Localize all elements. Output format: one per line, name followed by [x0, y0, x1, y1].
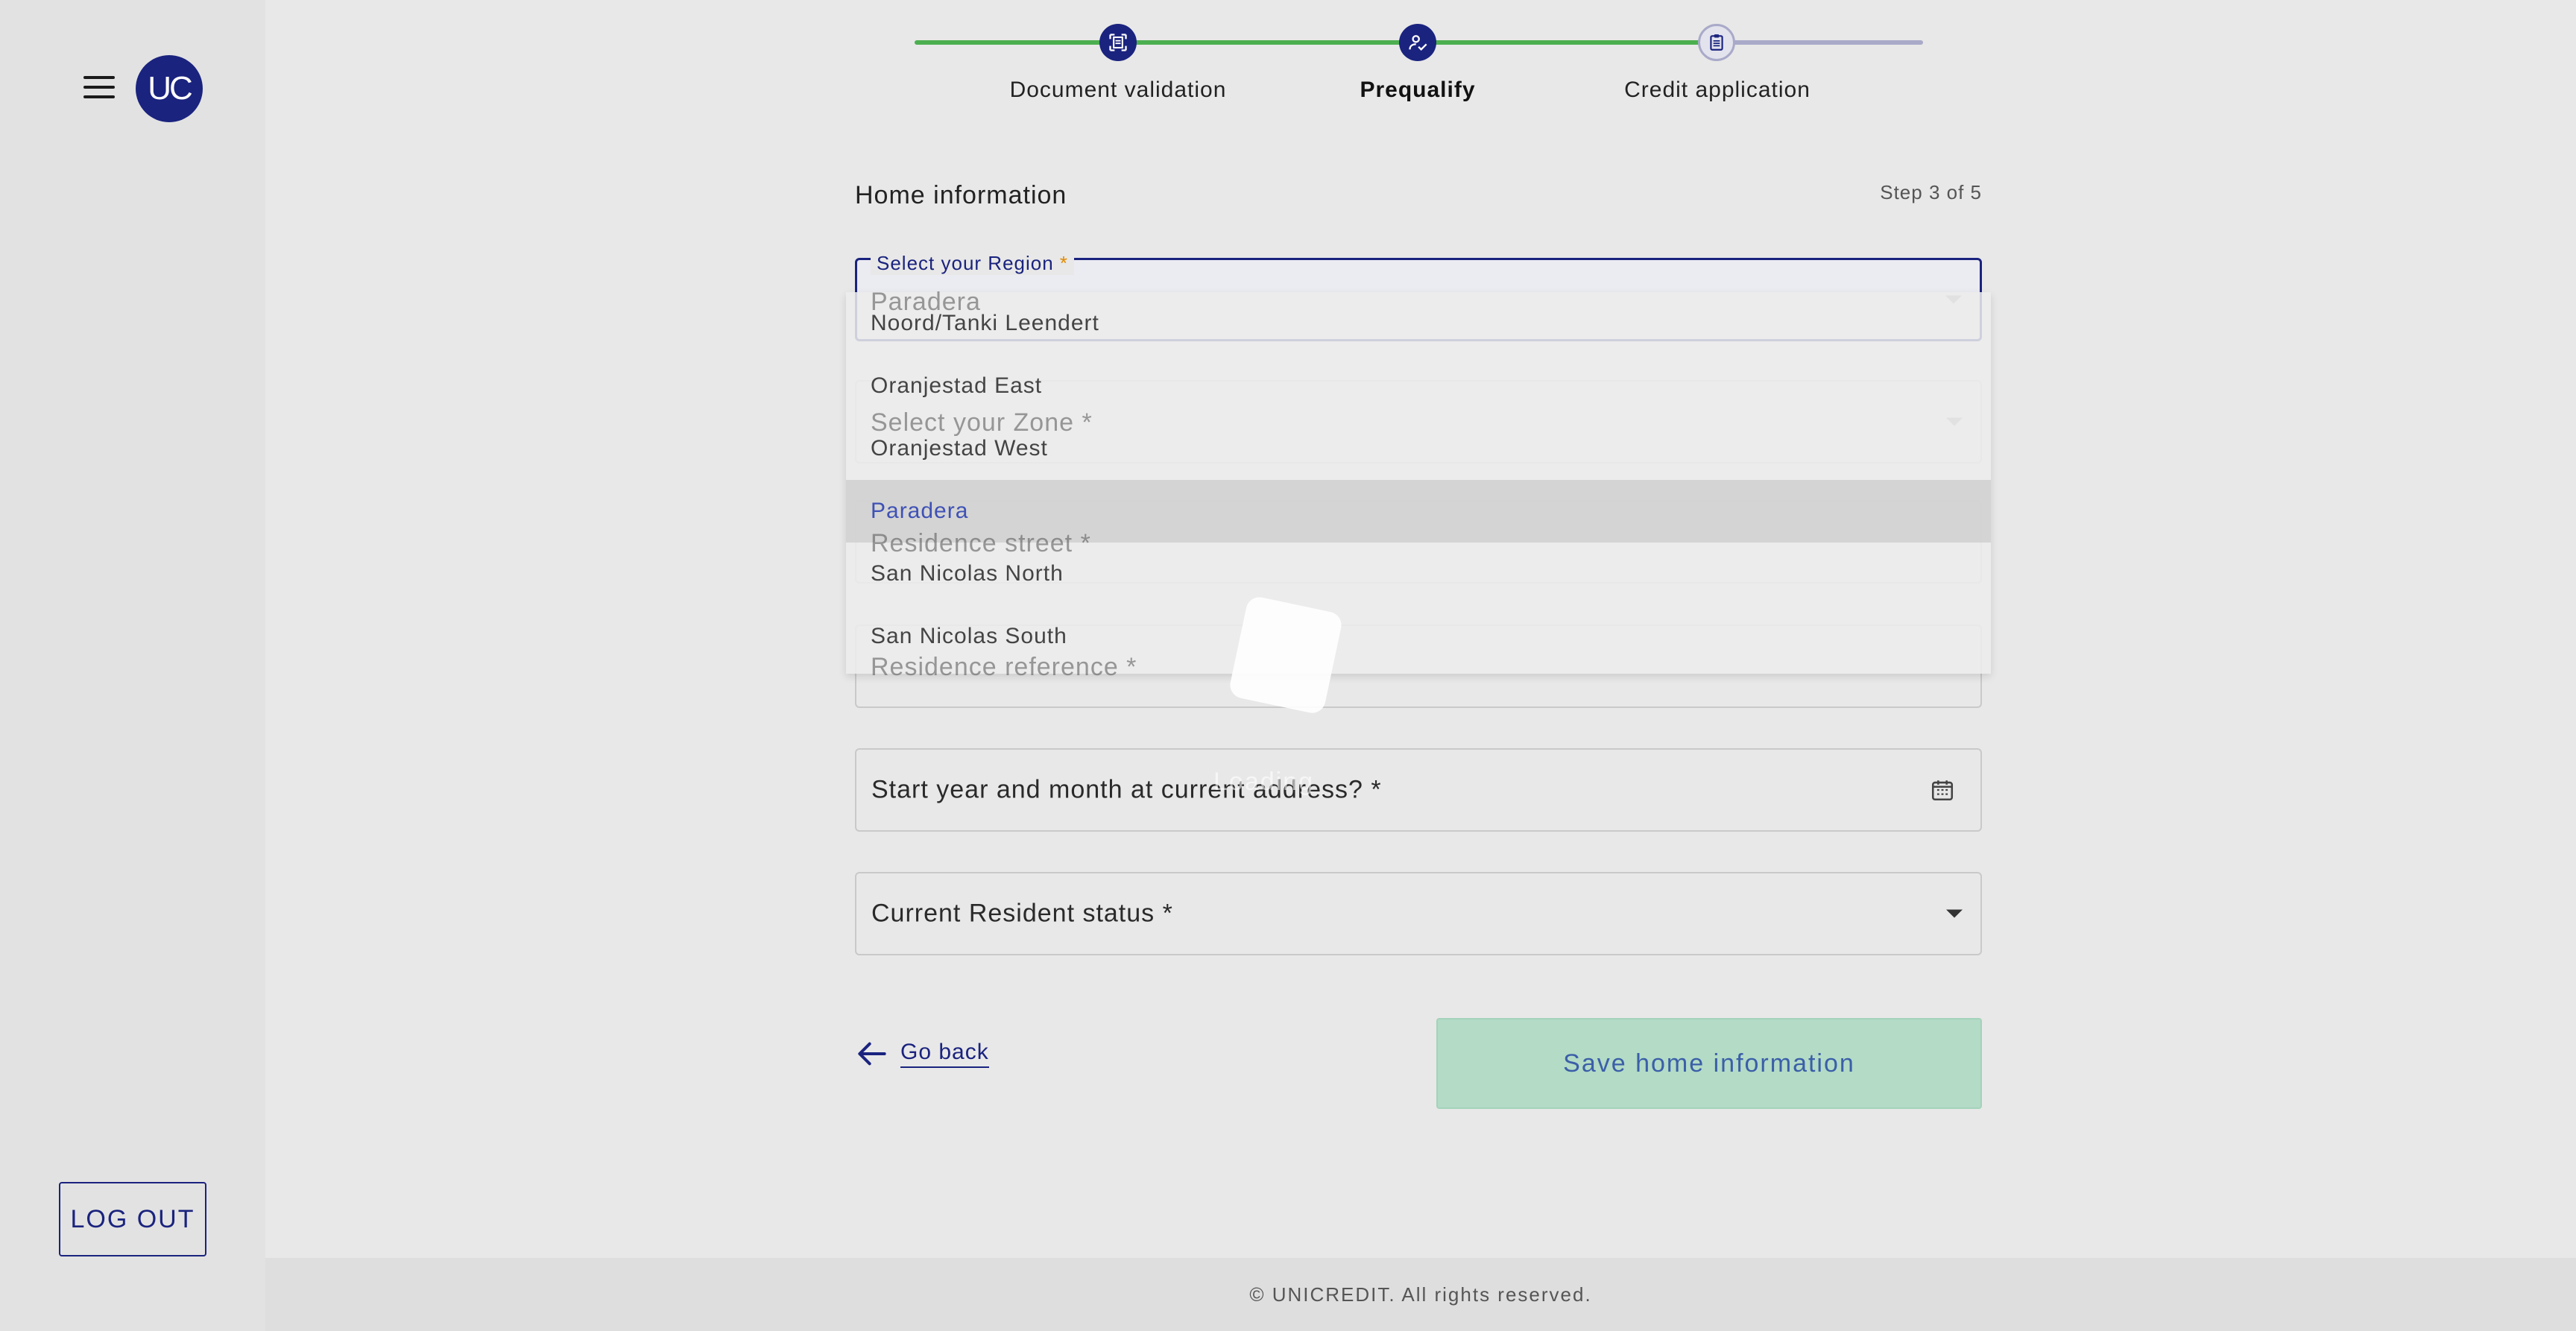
resident-status-placeholder: Current Resident status *: [871, 899, 1173, 928]
document-scan-icon: [1109, 34, 1127, 51]
avatar[interactable]: UC: [136, 55, 203, 122]
step-label-prequalify: Prequalify: [1360, 78, 1476, 102]
residence-street-placeholder: Residence street *: [871, 529, 1091, 557]
stepper-track-complete: [915, 40, 1718, 45]
sidebar: UC LOG OUT: [0, 0, 265, 1331]
go-back-link[interactable]: Go back: [857, 1040, 989, 1068]
user-check-icon: [1409, 35, 1427, 51]
loading-text: Loading: [1213, 768, 1315, 796]
calendar-icon[interactable]: [1930, 777, 1955, 803]
step-prequalify: [1399, 24, 1436, 61]
save-home-information-button[interactable]: Save home information: [1436, 1018, 1982, 1109]
region-option[interactable]: Noord/Tanki Leendert: [846, 292, 1991, 355]
step-counter: Step 3 of 5: [1880, 181, 1982, 203]
chevron-down-icon: [1946, 909, 1963, 918]
step-label-document-validation: Document validation: [1009, 78, 1227, 102]
region-dropdown-menu: Noord/Tanki Leendert Oranjestad East Ora…: [846, 292, 1991, 674]
region-select-value: Paradera: [871, 288, 981, 316]
page-title: Home information: [855, 181, 1067, 209]
menu-icon[interactable]: [83, 76, 115, 98]
step-label-credit-application: Credit application: [1624, 78, 1811, 102]
footer-copyright: © UNICREDIT. All rights reserved.: [265, 1258, 2576, 1331]
clipboard-icon: [1710, 34, 1723, 51]
go-back-label[interactable]: Go back: [900, 1040, 989, 1068]
region-select-label: Select your Region *: [871, 252, 1075, 275]
residence-reference-placeholder: Residence reference *: [871, 653, 1137, 681]
step-document-validation: [1099, 24, 1137, 61]
start-date-field[interactable]: Start year and month at current address?…: [855, 748, 1982, 832]
resident-status-select[interactable]: Current Resident status *: [855, 872, 1982, 955]
step-credit-application: [1698, 24, 1735, 61]
stepper-track-pending: [1718, 40, 1923, 45]
arrow-left-icon: [858, 1042, 886, 1066]
logout-button[interactable]: LOG OUT: [59, 1182, 206, 1256]
zone-select-placeholder: Select your Zone *: [871, 408, 1093, 437]
